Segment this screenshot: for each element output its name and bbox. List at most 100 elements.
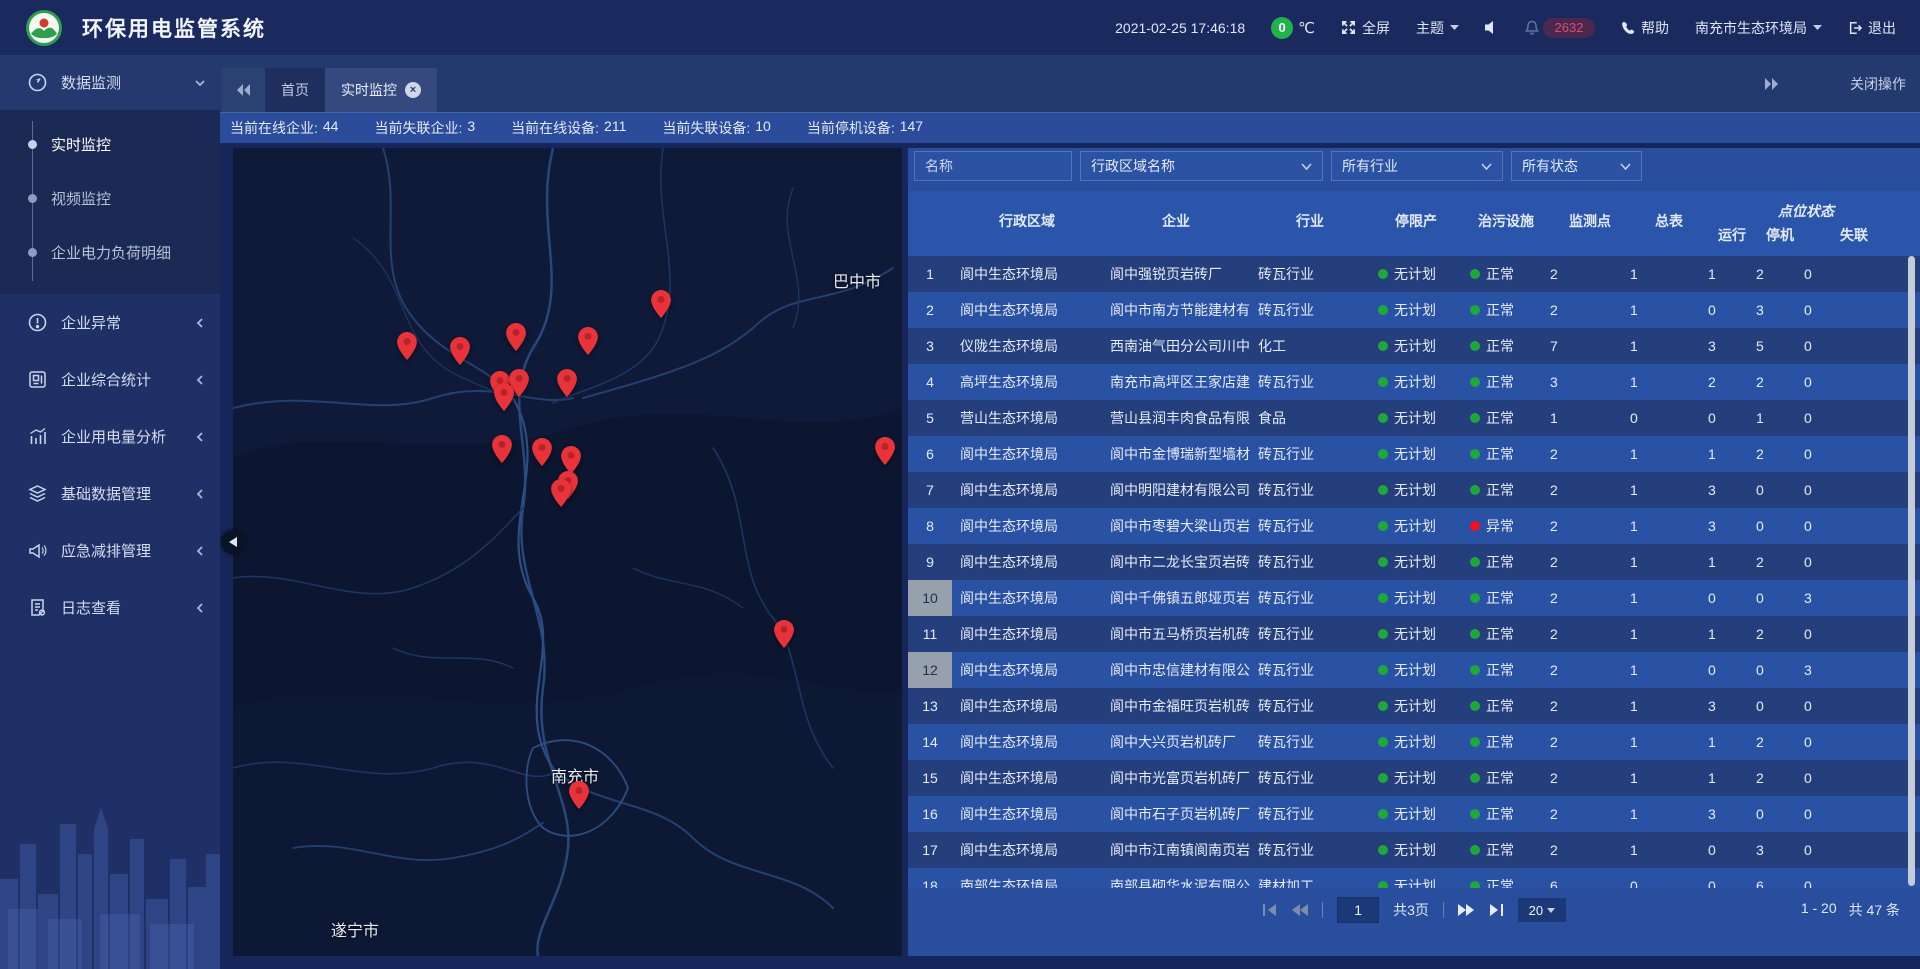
stats-bar: 当前在线企业: 44 当前失联企业: 3 当前在线设备: 211 当前失联设备:… bbox=[220, 112, 1920, 143]
map-pin-icon[interactable] bbox=[774, 620, 794, 648]
table-row[interactable]: 16 阆中生态环境局 阆中市石子页岩机砖厂 砖瓦行业 无计划 正常 2 bbox=[908, 796, 1920, 832]
map-pin-icon[interactable] bbox=[532, 438, 552, 466]
map-pin-icon[interactable] bbox=[551, 479, 571, 507]
map-pin-icon[interactable] bbox=[450, 337, 470, 365]
cell-stopped: 0 bbox=[1756, 482, 1804, 498]
submenu-label: 视频监控 bbox=[51, 188, 111, 209]
tab-realtime-monitor[interactable]: 实时监控 × bbox=[325, 68, 437, 112]
cell-stopped: 2 bbox=[1756, 266, 1804, 282]
sidebar-item-power-load-detail[interactable]: 企业电力负荷明细 bbox=[0, 225, 220, 279]
map-pin-icon[interactable] bbox=[557, 369, 577, 397]
cell-offline: 0 bbox=[1804, 734, 1904, 750]
sidebar-item-realtime-monitor[interactable]: 实时监控 bbox=[0, 117, 220, 171]
help-button[interactable]: 帮助 bbox=[1621, 18, 1669, 38]
map-pin-icon[interactable] bbox=[506, 323, 526, 351]
map-pin-icon[interactable] bbox=[569, 781, 589, 809]
table-row[interactable]: 12 阆中生态环境局 阆中市忠信建材有限公 砖瓦行业 无计划 正常 2 bbox=[908, 652, 1920, 688]
last-page-button[interactable] bbox=[1488, 903, 1504, 917]
map-pin-icon[interactable] bbox=[397, 332, 417, 360]
row-index: 15 bbox=[908, 760, 952, 796]
sidebar-item-video-monitor[interactable]: 视频监控 bbox=[0, 171, 220, 225]
next-page-button[interactable] bbox=[1458, 903, 1474, 917]
sidebar-item-log-view[interactable]: 日志查看 bbox=[0, 579, 220, 636]
bell-icon bbox=[1525, 20, 1539, 35]
row-index: 8 bbox=[908, 508, 952, 544]
cell-stopped: 6 bbox=[1756, 878, 1804, 888]
city-label: 遂宁市 bbox=[331, 917, 379, 941]
cell-offline: 0 bbox=[1804, 482, 1904, 498]
sidebar-item-emergency-reduction[interactable]: 应急减排管理 bbox=[0, 522, 220, 579]
stat-label: 当前失联设备: bbox=[662, 118, 750, 138]
row-index: 6 bbox=[908, 436, 952, 472]
table-row[interactable]: 15 阆中生态环境局 阆中市光富页岩机砖厂 砖瓦行业 无计划 正常 2 bbox=[908, 760, 1920, 796]
sidebar-item-base-data[interactable]: 基础数据管理 bbox=[0, 465, 220, 522]
cell-stopped: 0 bbox=[1756, 518, 1804, 534]
cell-company: 阆中市金福旺页岩机砖 bbox=[1102, 696, 1250, 716]
name-search-input[interactable] bbox=[925, 158, 1061, 174]
map-pin-icon[interactable] bbox=[651, 290, 671, 318]
cell-stopped: 0 bbox=[1756, 806, 1804, 822]
logout-button[interactable]: 退出 bbox=[1848, 18, 1896, 38]
name-search-field[interactable] bbox=[914, 151, 1072, 181]
status-dot-icon bbox=[1378, 485, 1388, 495]
cell-stopped: 0 bbox=[1756, 698, 1804, 714]
map-pin-icon[interactable] bbox=[494, 383, 514, 411]
table-row[interactable]: 7 阆中生态环境局 阆中明阳建材有限公司 砖瓦行业 无计划 正常 2 bbox=[908, 472, 1920, 508]
prev-page-button[interactable] bbox=[1292, 903, 1308, 917]
page-number-input[interactable] bbox=[1337, 897, 1379, 923]
table-row[interactable]: 14 阆中生态环境局 阆中大兴页岩机砖厂 砖瓦行业 无计划 正常 2 bbox=[908, 724, 1920, 760]
theme-dropdown[interactable]: 主题 bbox=[1416, 18, 1459, 38]
sidebar-item-company-statistics[interactable]: 企业综合统计 bbox=[0, 351, 220, 408]
tabs-scroll-right-button[interactable] bbox=[1764, 78, 1778, 90]
cell-facility: 正常 bbox=[1462, 876, 1550, 888]
map-pin-icon[interactable] bbox=[875, 437, 895, 465]
org-dropdown[interactable]: 南充市生态环境局 bbox=[1695, 18, 1822, 38]
bar-chart-icon bbox=[28, 427, 47, 446]
region-filter-select[interactable]: 行政区域名称 bbox=[1080, 151, 1323, 181]
sidebar-item-company-abnormal[interactable]: 企业异常 bbox=[0, 294, 220, 351]
table-row[interactable]: 9 阆中生态环境局 阆中市二龙长宝页岩砖 砖瓦行业 无计划 正常 2 bbox=[908, 544, 1920, 580]
table-row[interactable]: 8 阆中生态环境局 阆中市枣碧大梁山页岩 砖瓦行业 无计划 异常 2 bbox=[908, 508, 1920, 544]
table-row[interactable]: 5 营山生态环境局 营山县润丰肉食品有限 食品 无计划 正常 1 bbox=[908, 400, 1920, 436]
notification-badge[interactable]: 2632 bbox=[1525, 18, 1595, 38]
table-row[interactable]: 6 阆中生态环境局 阆中市金博瑞新型墙材 砖瓦行业 无计划 正常 2 bbox=[908, 436, 1920, 472]
page-size-select[interactable]: 20 bbox=[1518, 898, 1566, 922]
table-row[interactable]: 10 阆中生态环境局 阆中千佛镇五郎垭页岩 砖瓦行业 无计划 正常 2 bbox=[908, 580, 1920, 616]
table-row[interactable]: 1 阆中生态环境局 阆中强锐页岩砖厂 砖瓦行业 无计划 正常 2 bbox=[908, 256, 1920, 292]
sidebar-collapse-button[interactable] bbox=[221, 530, 245, 554]
table-row[interactable]: 4 高坪生态环境局 南充市高坪区王家店建 砖瓦行业 无计划 正常 3 bbox=[908, 364, 1920, 400]
table-row[interactable]: 11 阆中生态环境局 阆中市五马桥页岩机砖 砖瓦行业 无计划 正常 2 bbox=[908, 616, 1920, 652]
tab-home[interactable]: 首页 bbox=[265, 68, 325, 112]
sidebar-item-data-monitoring[interactable]: 数据监测 bbox=[0, 55, 220, 111]
status-dot-icon bbox=[1378, 881, 1388, 888]
close-operations-button[interactable]: 关闭操作 bbox=[1850, 74, 1906, 94]
temperature-unit: ℃ bbox=[1298, 19, 1315, 37]
industry-filter-select[interactable]: 所有行业 bbox=[1331, 151, 1503, 181]
tabs-scroll-left-button[interactable] bbox=[222, 68, 265, 112]
map-pin-icon[interactable] bbox=[561, 446, 581, 474]
mute-button[interactable] bbox=[1485, 21, 1499, 34]
fullscreen-button[interactable]: 全屏 bbox=[1341, 18, 1390, 38]
map-panel[interactable]: 巴中市 南充市 遂宁市 bbox=[233, 148, 902, 956]
map-pin-icon[interactable] bbox=[492, 435, 512, 463]
table-scrollbar[interactable] bbox=[1908, 256, 1915, 886]
map-pin-icon[interactable] bbox=[578, 327, 598, 355]
table-row[interactable]: 2 阆中生态环境局 阆中市南方节能建材有 砖瓦行业 无计划 正常 2 bbox=[908, 292, 1920, 328]
cell-stop-prod: 无计划 bbox=[1370, 732, 1462, 752]
status-dot-icon bbox=[1378, 269, 1388, 279]
table-row[interactable]: 18 南部生态环境局 南部县砌华水泥有限公 建材加工 无计划 正常 6 bbox=[908, 868, 1920, 888]
table-row[interactable]: 3 仪陇生态环境局 西南油气田分公司川中 化工 无计划 正常 7 bbox=[908, 328, 1920, 364]
table-row[interactable]: 17 阆中生态环境局 阆中市江南镇阆南页岩 砖瓦行业 无计划 正常 2 bbox=[908, 832, 1920, 868]
cell-stopped: 2 bbox=[1756, 734, 1804, 750]
status-filter-select[interactable]: 所有状态 bbox=[1511, 151, 1642, 181]
table-row[interactable]: 13 阆中生态环境局 阆中市金福旺页岩机砖 砖瓦行业 无计划 正常 2 bbox=[908, 688, 1920, 724]
cell-stop-prod: 无计划 bbox=[1370, 840, 1462, 860]
sidebar-item-power-analysis[interactable]: 企业用电量分析 bbox=[0, 408, 220, 465]
chevron-left-icon bbox=[194, 317, 206, 329]
tab-close-icon[interactable]: × bbox=[405, 82, 421, 98]
stats-icon bbox=[28, 370, 47, 389]
cell-running: 1 bbox=[1708, 770, 1756, 786]
col-region: 行政区域 bbox=[952, 211, 1102, 231]
first-page-button[interactable] bbox=[1262, 903, 1278, 917]
sidebar-item-label: 应急减排管理 bbox=[61, 540, 180, 561]
